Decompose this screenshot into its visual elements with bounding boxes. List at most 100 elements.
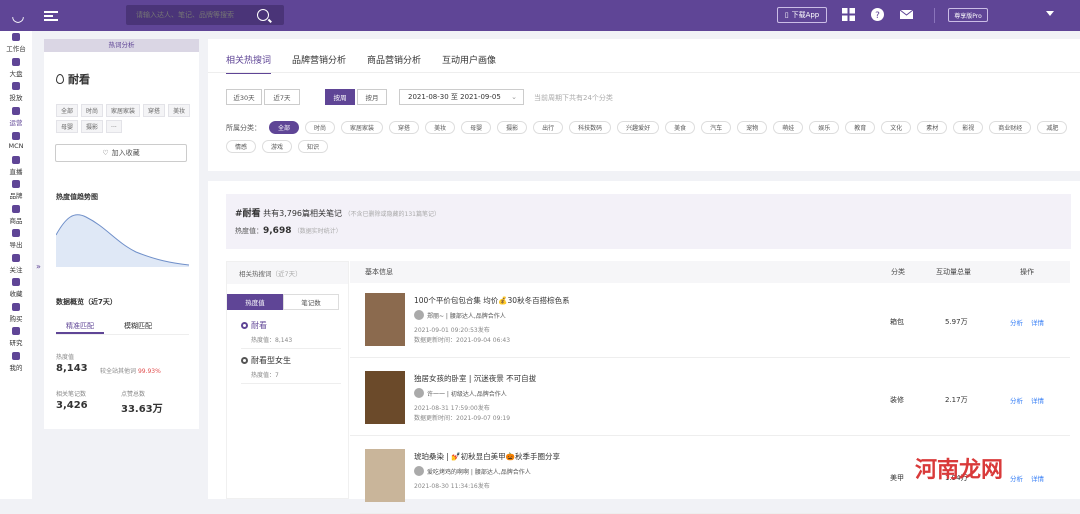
date-range-picker[interactable]: 2021-08-30 至 2021-09-05 ⌄ <box>399 89 524 105</box>
detail-link[interactable]: 详情 <box>1031 317 1044 327</box>
search-box <box>126 5 284 25</box>
nav-item[interactable]: 投放 <box>0 80 32 105</box>
nav-item[interactable]: 大盘 <box>0 56 32 81</box>
tab-heat[interactable]: 热度值 <box>227 294 283 310</box>
related-item[interactable]: 耐看型女生 热度值：7 <box>241 355 341 384</box>
left-nav: 工作台 大盘 投放 运营 MCN 直播品牌 商品 导出关注收藏 购买 研究 我的 <box>0 31 32 499</box>
publish-time: 2021-08-31 17:59:00发布 <box>414 405 490 412</box>
keyword-tag: 穿搭 <box>143 104 166 117</box>
category-chip[interactable]: 美食 <box>665 121 696 134</box>
category-chip[interactable]: 知识 <box>298 140 329 153</box>
keyword-tag: 时尚 <box>81 104 104 117</box>
detail-link[interactable]: 详情 <box>1031 473 1044 483</box>
nav-item[interactable]: 购买 <box>0 301 32 326</box>
category-chip[interactable]: 宠物 <box>737 121 768 134</box>
nav-label: 关注 <box>9 265 23 274</box>
category-chip[interactable]: 美妆 <box>425 121 456 134</box>
category-chip[interactable]: 商业财经 <box>989 121 1032 134</box>
category-chip[interactable]: 教育 <box>845 121 876 134</box>
target-icon <box>241 357 248 364</box>
analyze-link[interactable]: 分析 <box>1010 317 1023 327</box>
category-chip[interactable]: 兴趣爱好 <box>617 121 660 134</box>
nav-item[interactable]: 直播 <box>0 154 32 179</box>
category-chip[interactable]: 科技数码 <box>569 121 612 134</box>
related-head: 相关热搜词 （近7天） <box>227 262 348 284</box>
note-thumbnail[interactable] <box>365 371 405 424</box>
category-chip[interactable]: 出行 <box>533 121 564 134</box>
grid-icon[interactable] <box>842 8 855 21</box>
category-chip[interactable]: 娱乐 <box>809 121 840 134</box>
nav-item[interactable]: 运营 <box>0 105 32 130</box>
category-chip[interactable]: 文化 <box>881 121 912 134</box>
category-chip[interactable]: 母婴 <box>461 121 492 134</box>
search-icon[interactable] <box>257 9 269 21</box>
nav-item[interactable]: 收藏 <box>0 276 32 301</box>
nav-icon <box>12 253 20 262</box>
tab-notes[interactable]: 笔记数 <box>283 294 339 310</box>
add-favorite-button[interactable]: ♡ 加入收藏 <box>55 144 187 162</box>
notes-value: 3,426 <box>56 400 88 411</box>
chevron-down-icon[interactable] <box>1046 11 1054 16</box>
detail-link[interactable]: 详情 <box>1031 395 1044 405</box>
note-title[interactable]: 琥珀桑染 | 💅初秋显白美甲🎃秋季手圈分享 <box>414 451 560 462</box>
logo[interactable]: ◡ <box>0 0 36 31</box>
category-chip[interactable]: 摄影 <box>497 121 528 134</box>
tab-item[interactable]: 品牌营销分析 <box>292 53 346 74</box>
nav-item[interactable]: 品牌 <box>0 178 32 203</box>
download-app-button[interactable]: ▯ 下载App <box>777 7 827 23</box>
vip-badge[interactable]: 尊享版Pro <box>948 8 988 22</box>
nav-label: 直播 <box>9 167 23 176</box>
keyword-summary: #耐看 共有3,796篇相关笔记 （不含已删除或隐藏的131篇笔记） 热度值：9… <box>226 194 1071 249</box>
category-chip[interactable]: 时尚 <box>305 121 336 134</box>
category-chip[interactable]: 减肥 <box>1037 121 1068 134</box>
tab-exact[interactable]: 精准匹配 <box>56 321 104 334</box>
keyword-tag: ... <box>106 120 122 133</box>
kw-heat-note: （数据实时统计） <box>293 228 342 235</box>
note-thumbnail[interactable] <box>365 293 405 346</box>
nav-icon <box>12 351 20 360</box>
category-chip[interactable]: 游戏 <box>262 140 293 153</box>
category-chip[interactable]: 穿搭 <box>389 121 420 134</box>
category-chip[interactable]: 影视 <box>953 121 984 134</box>
analyze-link[interactable]: 分析 <box>1010 473 1023 483</box>
tab-fuzzy[interactable]: 模糊匹配 <box>114 321 162 334</box>
menu-icon[interactable] <box>44 10 58 21</box>
tab-item[interactable]: 商品营销分析 <box>367 53 421 74</box>
category-chip[interactable]: 情感 <box>226 140 257 153</box>
nav-item[interactable]: 商品 <box>0 203 32 228</box>
tab-item[interactable]: 相关热搜词 <box>226 53 272 74</box>
note-thumbnail[interactable] <box>365 449 405 502</box>
note-title[interactable]: 独居女孩的卧室 | 沉迷夜景 不可自拔 <box>414 373 536 384</box>
rel-head-note: （近7天） <box>271 270 302 278</box>
nav-item[interactable]: 导出 <box>0 227 32 252</box>
category-chip[interactable]: 汽车 <box>701 121 732 134</box>
col-interaction: 互动量总量 <box>936 268 971 276</box>
tab-item[interactable]: 互动用户画像 <box>442 53 496 74</box>
nav-item[interactable]: 我的 <box>0 350 32 375</box>
kw-name: #耐看 <box>235 209 261 219</box>
analyze-link[interactable]: 分析 <box>1010 395 1023 405</box>
nav-item[interactable]: 工作台 <box>0 31 32 56</box>
nav-item[interactable]: 研究 <box>0 325 32 350</box>
category-chip[interactable]: 萌娃 <box>773 121 804 134</box>
by-week-button[interactable]: 按周 <box>325 89 355 105</box>
date-range: 2021-08-30 至 2021-09-05 <box>408 93 501 101</box>
last-30-days-button[interactable]: 近30天 <box>226 89 262 105</box>
watermark: 河南龙网 <box>915 457 1004 483</box>
by-month-button[interactable]: 按月 <box>357 89 387 105</box>
category-chip[interactable]: 全部 <box>269 121 300 134</box>
search-input[interactable] <box>126 11 251 19</box>
nav-item[interactable]: 关注 <box>0 252 32 277</box>
nav-item[interactable]: MCN <box>0 129 32 154</box>
mail-icon[interactable] <box>900 8 913 21</box>
fav-label: 加入收藏 <box>111 149 140 157</box>
related-item[interactable]: 耐看 热度值：8,143 <box>241 320 341 349</box>
expand-icon[interactable]: » <box>36 262 41 271</box>
note-title[interactable]: 100个平价包包合集 均价💰30秋冬百搭棕色系 <box>414 295 570 306</box>
help-icon[interactable]: ? <box>871 8 884 21</box>
category-chip[interactable]: 素材 <box>917 121 948 134</box>
overview-title: 数据概览（近7天） <box>56 298 117 306</box>
category-chip[interactable]: 家居家装 <box>341 121 384 134</box>
update-time: 数据更新时间：2021-09-04 06:43 <box>414 337 511 344</box>
last-7-days-button[interactable]: 近7天 <box>264 89 300 105</box>
